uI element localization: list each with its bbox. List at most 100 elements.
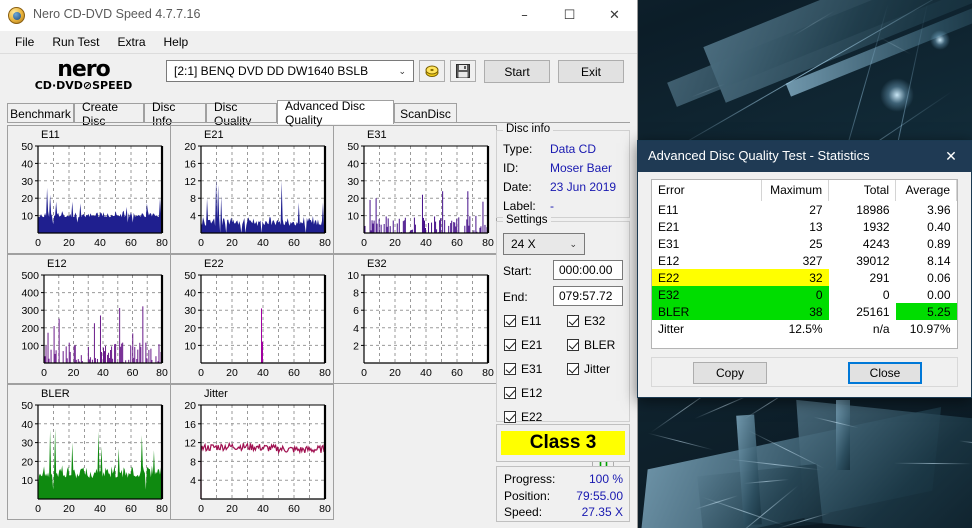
- svg-text:40: 40: [97, 367, 109, 379]
- exit-button[interactable]: Exit: [558, 60, 624, 83]
- floppy-save-icon: [456, 64, 470, 78]
- drive-select[interactable]: [2:1] BENQ DVD DD DW1640 BSLB ⌄: [166, 60, 414, 82]
- position-value: 79:55.00: [557, 489, 623, 503]
- tab-create-disc[interactable]: Create Disc: [74, 103, 144, 123]
- end-label: End:: [503, 290, 528, 304]
- chart-panel-e12[interactable]: 100 200 300 400 500 0 20 40 60 80 E12: [7, 254, 171, 384]
- disc-label-value: -: [550, 199, 554, 213]
- checkbox-icon: [504, 363, 516, 375]
- svg-text:20: 20: [226, 367, 238, 379]
- svg-text:0: 0: [35, 237, 41, 249]
- chart-e12: 1002003004005000 20 40 60 80: [8, 255, 170, 383]
- chart-title-jitter: Jitter: [204, 388, 228, 400]
- checkbox-e12[interactable]: E12: [504, 386, 542, 400]
- svg-text:60: 60: [125, 503, 137, 515]
- copy-button[interactable]: Copy: [693, 362, 767, 384]
- save-results-button[interactable]: [450, 60, 476, 82]
- cell-error: BLER: [652, 303, 762, 320]
- tab-disc-info[interactable]: Disc Info: [144, 103, 206, 123]
- checkbox-e22[interactable]: E22: [504, 410, 542, 424]
- tab-benchmark[interactable]: Benchmark: [7, 103, 74, 123]
- start-label: Start:: [503, 264, 532, 278]
- menu-extra[interactable]: Extra: [108, 33, 154, 51]
- tab-disc-quality[interactable]: Disc Quality: [206, 103, 277, 123]
- checkbox-e11[interactable]: E11: [504, 314, 541, 328]
- svg-text:40: 40: [257, 367, 269, 379]
- disc-label-label: Label:: [503, 199, 536, 213]
- svg-text:0: 0: [198, 237, 204, 249]
- chart-panel-e31[interactable]: 10 20 30 40 50 0 20 40 60 80 E31: [333, 125, 497, 254]
- close-stats-button[interactable]: Close: [848, 362, 922, 384]
- position-label: Position:: [504, 489, 550, 503]
- svg-text:20: 20: [63, 503, 75, 515]
- cell-maximum: 27: [762, 201, 829, 218]
- statistics-row[interactable]: E21 13 1932 0.40: [652, 218, 957, 235]
- svg-text:40: 40: [94, 237, 106, 249]
- chart-title-e12: E12: [47, 258, 67, 270]
- minimize-button[interactable]: –: [502, 0, 547, 30]
- disc-id-label: ID:: [503, 161, 518, 175]
- progress-value: 100 %: [557, 472, 623, 486]
- settings-title: Settings: [503, 214, 551, 226]
- chart-panel-bler[interactable]: 10 20 30 40 50 0 20 40 60 80 BLER: [7, 384, 171, 520]
- maximize-button[interactable]: ☐: [547, 0, 592, 30]
- checkbox-icon: [504, 315, 516, 327]
- statistics-row[interactable]: E32 0 0 0.00: [652, 286, 957, 303]
- statistics-row[interactable]: E12 327 39012 8.14: [652, 252, 957, 269]
- svg-text:80: 80: [319, 503, 331, 515]
- statistics-table: Error Maximum Total Average E11 27 18986 3.…: [652, 180, 957, 337]
- close-button[interactable]: ✕: [592, 0, 637, 30]
- tab-scandisc[interactable]: ScanDisc: [394, 103, 457, 123]
- checkbox-bler[interactable]: BLER: [567, 338, 615, 352]
- checkbox-e21[interactable]: E21: [504, 338, 542, 352]
- statistics-row[interactable]: E22 32 291 0.06: [652, 269, 957, 286]
- chart-panel-jitter[interactable]: 4 8 12 16 20 0 20 40 60 80 Jitter: [170, 384, 334, 520]
- chart-title-e11: E11: [41, 129, 60, 141]
- start-time-field[interactable]: 000:00.00: [553, 260, 623, 280]
- svg-text:80: 80: [319, 237, 331, 249]
- cell-maximum: 13: [762, 218, 829, 235]
- checkbox-e12-label: E12: [521, 386, 542, 400]
- checkbox-e31[interactable]: E31: [504, 362, 542, 376]
- statistics-dialog-close-icon[interactable]: ✕: [931, 141, 971, 172]
- end-time-field[interactable]: 079:57.72: [553, 286, 623, 306]
- start-button[interactable]: Start: [484, 60, 550, 83]
- disc-id-value: Moser Baer: [550, 161, 612, 175]
- svg-text:10: 10: [21, 475, 33, 487]
- checkbox-icon: [567, 315, 579, 327]
- chart-panel-e11[interactable]: 10 20 30 40 50 0 20 40 60 80 E11: [7, 125, 171, 254]
- svg-text:12: 12: [184, 438, 196, 450]
- wallpaper-element: [894, 462, 972, 463]
- svg-text:60: 60: [125, 237, 137, 249]
- menu-help[interactable]: Help: [155, 33, 198, 51]
- statistics-row[interactable]: E11 27 18986 3.96: [652, 201, 957, 218]
- svg-text:4: 4: [190, 475, 196, 487]
- svg-text:50: 50: [21, 141, 33, 153]
- cell-average: 0.40: [896, 218, 957, 235]
- wallpaper-element: [836, 400, 850, 470]
- statistics-row[interactable]: BLER 38 25161 5.25: [652, 303, 957, 320]
- chart-panel-e32[interactable]: 2 4 6 8 10 0 20 40 60 80 E32: [333, 254, 497, 384]
- checkbox-e32[interactable]: E32: [567, 314, 605, 328]
- menu-run-test[interactable]: Run Test: [43, 33, 108, 51]
- chart-e21: 481216200 20 40 60 80: [171, 126, 333, 253]
- checkbox-jitter[interactable]: Jitter: [567, 362, 610, 376]
- statistics-table-wrap: Error Maximum Total Average E11 27 18986 3.…: [651, 179, 958, 349]
- statistics-row[interactable]: E31 25 4243 0.89: [652, 235, 957, 252]
- svg-text:20: 20: [184, 323, 196, 335]
- tab-advanced-disc-quality[interactable]: Advanced Disc Quality: [277, 100, 394, 124]
- svg-text:30: 30: [21, 438, 33, 450]
- chart-panel-e22[interactable]: 10 20 30 40 50 0 20 40 60 80 E22: [170, 254, 334, 384]
- eject-disc-button[interactable]: [419, 60, 445, 82]
- menu-file[interactable]: File: [6, 33, 43, 51]
- svg-text:20: 20: [21, 193, 33, 205]
- svg-text:50: 50: [347, 141, 359, 153]
- statistics-row[interactable]: Jitter 12.5% n/a 10.97%: [652, 320, 957, 337]
- svg-text:40: 40: [257, 237, 269, 249]
- class-result-box: Class 3: [496, 424, 630, 462]
- chart-bler: 10203040500 20 40 60 80: [8, 385, 170, 519]
- cell-average: 8.14: [896, 252, 957, 269]
- speed-select[interactable]: 24 X ⌄: [503, 233, 585, 255]
- checkbox-e22-label: E22: [521, 410, 542, 424]
- chart-panel-e21[interactable]: 4 8 12 16 20 0 20 40 60 80 E21: [170, 125, 334, 254]
